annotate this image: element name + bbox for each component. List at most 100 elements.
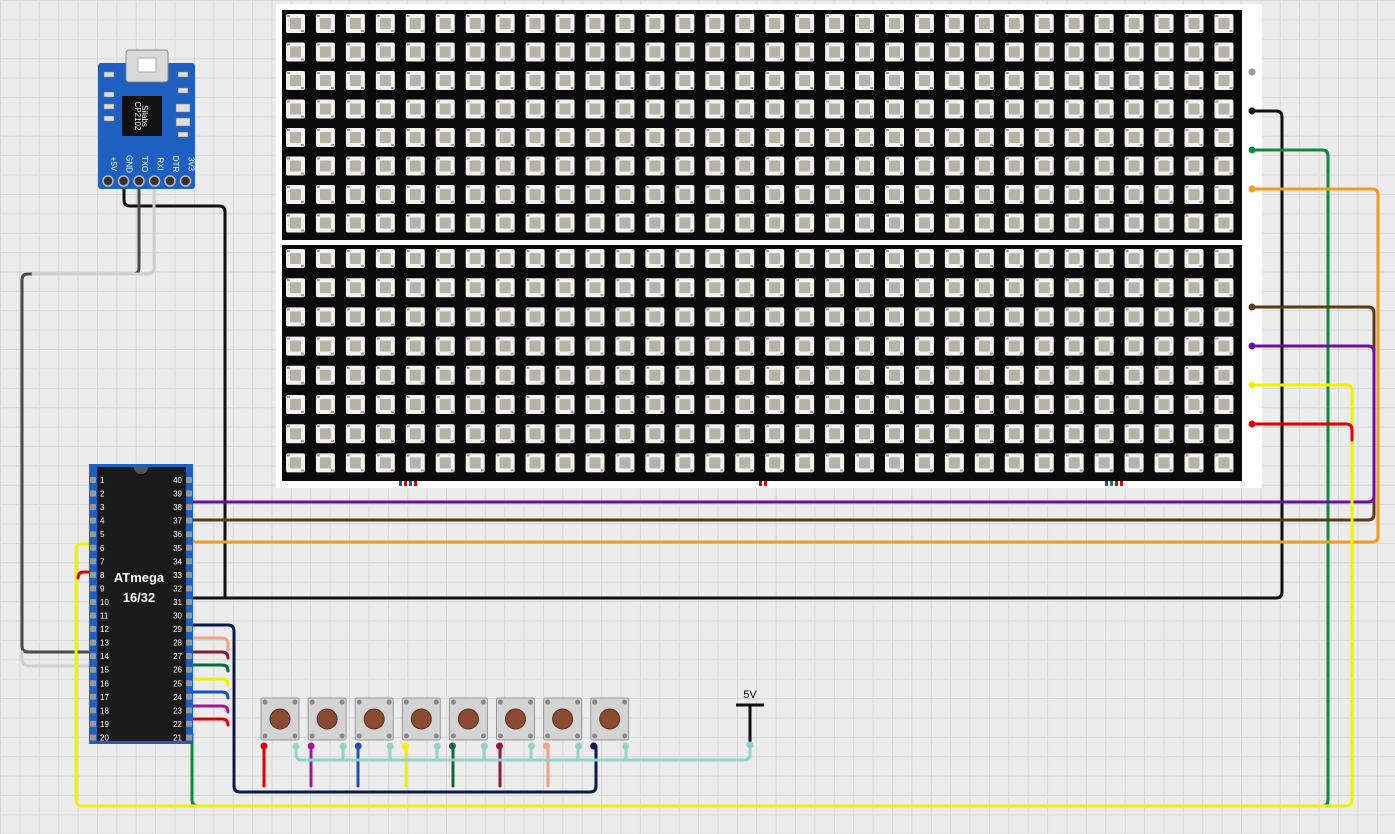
wire-btn6-a — [188, 650, 230, 660]
led-cell — [944, 307, 964, 327]
led-cell — [495, 424, 515, 444]
led-cell — [435, 99, 455, 119]
led-cell — [286, 453, 305, 473]
led-cell — [615, 453, 635, 473]
led-cell — [405, 42, 425, 62]
led-cell — [345, 71, 365, 90]
led-cell — [795, 185, 815, 204]
led-cell — [315, 395, 335, 414]
push-button[interactable] — [401, 697, 441, 750]
led-cell — [1124, 278, 1144, 298]
power-supply-5v[interactable]: 5V — [736, 689, 764, 749]
push-button[interactable] — [448, 697, 488, 750]
led-cell — [675, 14, 695, 33]
led-cell — [405, 14, 425, 33]
led-cell — [1214, 156, 1234, 176]
button-terminal-vcc[interactable] — [575, 742, 583, 750]
led-cell — [944, 395, 964, 414]
led-cell — [1214, 365, 1234, 385]
matrix-pin-nc[interactable] — [1248, 68, 1256, 76]
circuit-diagram: Silabs CP2102 +5V GND TXO RXI DTR 3V3 ATmega … — [20, 4, 1380, 808]
led-cell — [1004, 365, 1024, 385]
button-terminal-signal[interactable] — [401, 742, 409, 750]
led-cell — [555, 249, 575, 268]
led-cell — [705, 336, 725, 356]
led-cell — [914, 128, 934, 147]
led-cell — [885, 185, 904, 204]
led-cell — [1064, 336, 1084, 356]
button-terminal-signal[interactable] — [590, 742, 598, 750]
led-cell — [465, 278, 485, 298]
led-cell — [615, 278, 635, 298]
led-cell — [555, 128, 575, 147]
led-cell — [465, 99, 485, 119]
push-button[interactable] — [260, 697, 300, 750]
led-cell — [525, 424, 545, 444]
push-button[interactable] — [543, 697, 583, 750]
button-terminal-vcc[interactable] — [339, 742, 347, 750]
led-cell — [465, 185, 485, 204]
usb-serial-module[interactable]: Silabs CP2102 +5V GND TXO RXI DTR 3V3 — [98, 49, 196, 189]
button-terminal-signal[interactable] — [543, 742, 551, 750]
led-cell — [315, 249, 335, 268]
led-cell — [855, 156, 875, 176]
led-cell — [465, 249, 485, 268]
led-cell — [974, 336, 994, 356]
led-cell — [465, 336, 485, 356]
led-cell — [1184, 453, 1204, 473]
led-cell — [585, 278, 605, 298]
led-matrix[interactable] — [276, 4, 1262, 488]
push-buttons[interactable] — [260, 697, 630, 750]
mcu-pin-number: 9 — [100, 584, 105, 593]
led-cell — [885, 156, 904, 176]
mcu-pin-number: 22 — [173, 720, 182, 729]
led-cell — [615, 336, 635, 356]
led-cell — [944, 71, 964, 90]
led-cell — [1004, 453, 1024, 473]
led-cell — [1184, 249, 1204, 268]
led-cell — [1064, 71, 1084, 90]
button-terminal-signal[interactable] — [260, 742, 268, 750]
button-terminal-signal[interactable] — [448, 742, 456, 750]
button-terminal-signal[interactable] — [307, 742, 315, 750]
button-terminal-signal[interactable] — [354, 742, 362, 750]
button-terminal-vcc[interactable] — [480, 742, 488, 750]
led-cell — [855, 128, 875, 147]
led-cell — [855, 278, 875, 298]
led-cell — [705, 453, 725, 473]
led-cell — [765, 156, 785, 176]
led-cell — [525, 71, 545, 90]
led-cell — [1064, 128, 1084, 147]
usb-pin-label: TXO — [140, 156, 149, 172]
led-cell — [615, 307, 635, 327]
led-cell — [645, 128, 665, 147]
led-cell — [1124, 42, 1144, 62]
led-cell — [1154, 71, 1174, 90]
button-terminal-vcc[interactable] — [292, 742, 300, 750]
mcu-pin-number: 21 — [173, 733, 182, 742]
led-cell — [914, 365, 934, 385]
push-button[interactable] — [354, 697, 394, 750]
led-cell — [1094, 71, 1114, 90]
atmega-chip[interactable]: ATmega 16/32 123456789101112131415161718… — [89, 464, 193, 744]
button-terminal-vcc[interactable] — [528, 742, 535, 750]
push-button[interactable] — [307, 697, 347, 750]
button-terminal-vcc[interactable] — [386, 742, 394, 750]
led-cell — [885, 128, 904, 147]
push-button[interactable] — [590, 697, 630, 750]
led-cell — [1034, 14, 1054, 33]
button-terminal-vcc[interactable] — [622, 742, 630, 750]
button-terminal-vcc[interactable] — [433, 742, 441, 750]
mcu-pin-number: 23 — [173, 706, 182, 715]
led-cell — [286, 249, 305, 268]
led-cell — [1094, 185, 1114, 204]
led-cell — [1184, 424, 1204, 444]
mcu-pin-number: 6 — [100, 544, 105, 553]
push-button[interactable] — [496, 697, 535, 750]
led-cell — [585, 336, 605, 356]
power-terminal[interactable] — [746, 741, 754, 749]
led-cell — [615, 156, 635, 176]
led-cell — [286, 156, 305, 176]
led-cell — [435, 185, 455, 204]
button-terminal-signal[interactable] — [496, 742, 503, 750]
